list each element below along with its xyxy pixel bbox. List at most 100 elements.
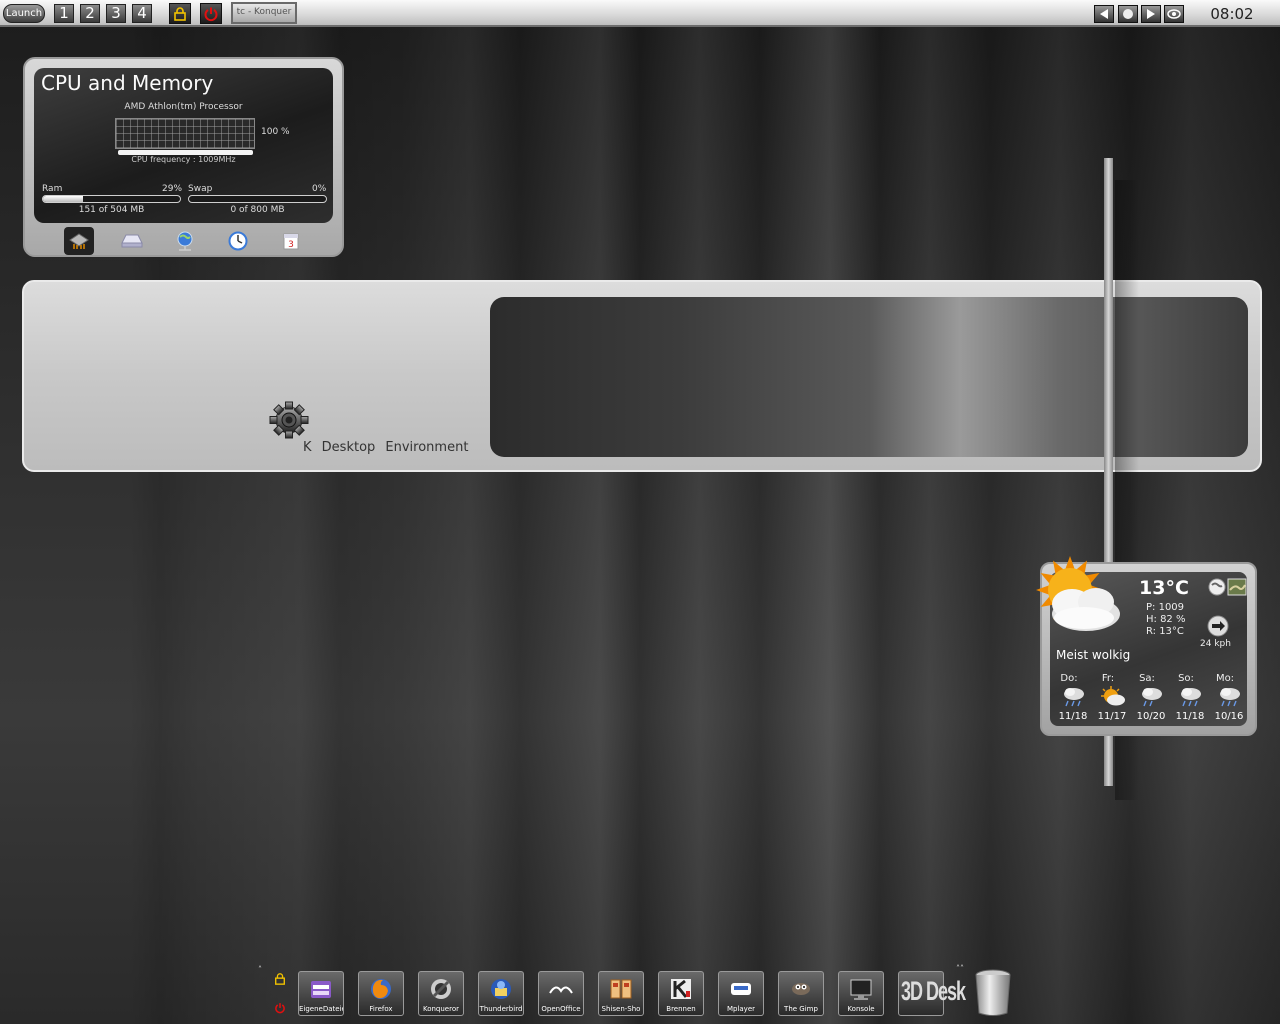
forecast-day: Sa: <box>1139 673 1155 684</box>
ram-percent: 29% <box>162 184 183 194</box>
forecast-icon-slot <box>1212 686 1248 710</box>
partly-cloudy-sun-icon <box>1036 556 1120 631</box>
dock-item-label: Mplayer <box>726 1005 756 1013</box>
dock-item-label: Konqueror <box>422 1005 460 1013</box>
dock-expand-arrow[interactable]: ˄˄ <box>956 964 964 973</box>
tab-network[interactable] <box>170 227 200 255</box>
eject-button[interactable] <box>1164 5 1184 23</box>
dock-item-the-gimp[interactable]: The Gimp <box>778 971 824 1016</box>
top-panel: Launch 1 2 3 4 tc - Konquer 08:02 <box>0 0 1280 27</box>
calendar-day: 3 <box>288 240 294 250</box>
lock-icon <box>174 6 186 21</box>
rain-cloud-icon <box>1181 688 1201 707</box>
desktop-1-button[interactable]: 1 <box>54 4 74 23</box>
swap-usage: 0 of 800 MB <box>230 205 285 215</box>
clock[interactable]: 08:02 <box>1192 4 1272 24</box>
calendar-icon: 3 <box>283 233 299 250</box>
3d-desktop-icon: 3D Desk <box>901 976 966 1006</box>
lock-screen-button[interactable] <box>169 3 191 24</box>
dock-item-label: Brennen <box>666 1005 696 1013</box>
radar-map-icon[interactable] <box>1227 578 1247 596</box>
hard-drive-icon <box>121 234 143 248</box>
weather-widget: 13°C P: 1009 H: 82 % R: 13°C 24 kph Meis… <box>1036 556 1257 736</box>
shisen-sho-icon <box>608 975 634 1003</box>
kde-banner: K Desktop Environment <box>22 280 1262 472</box>
dock-item-label: The Gimp <box>784 1005 818 1013</box>
cpu-memory-widget: CPU and Memory AMD Athlon(tm) Processor … <box>23 57 344 257</box>
dock-item-konqueror[interactable]: Konqueror <box>418 971 464 1016</box>
dock-lock-button[interactable] <box>271 971 289 987</box>
forecast-temps: 10/20 <box>1136 711 1166 722</box>
clock-icon <box>228 231 248 251</box>
weather-condition: Meist wolkig <box>1056 648 1131 662</box>
home-folder-icon <box>308 975 334 1003</box>
rain-cloud-icon <box>1220 688 1240 707</box>
forecast-temps: 10/16 <box>1214 711 1244 722</box>
forecast-temps: 11/18 <box>1058 711 1088 722</box>
dock-item-label: Thunderbird <box>479 1005 523 1013</box>
mplayer-icon <box>728 975 754 1003</box>
dock-item-konsole[interactable]: Konsole <box>838 971 884 1016</box>
trash-icon[interactable] <box>973 968 1013 1018</box>
eye-icon <box>1167 9 1181 19</box>
dock-collapse-arrow[interactable]: ˄ <box>258 965 262 974</box>
desktop-2-button[interactable]: 2 <box>80 4 100 23</box>
swap-bar <box>188 195 327 203</box>
power-icon <box>275 1003 285 1014</box>
stop-button[interactable] <box>1118 5 1138 23</box>
swap-percent: 0% <box>312 184 327 194</box>
ram-usage: 151 of 504 MB <box>78 205 145 215</box>
swap-label: Swap <box>188 184 213 194</box>
tab-calendar[interactable]: 3 <box>276 227 306 255</box>
taskbar-konqueror[interactable]: tc - Konquer <box>231 2 297 24</box>
wind-direction-icon <box>1207 615 1229 637</box>
dock-item-openoffice[interactable]: OpenOffice <box>538 971 584 1016</box>
ram-label: Ram <box>42 184 63 194</box>
play-button[interactable] <box>1141 5 1161 23</box>
tab-cpu[interactable] <box>64 227 94 255</box>
cpu-load-percent: 100 % <box>261 127 290 137</box>
dock-item-label: Shisen-Sho <box>601 1005 641 1013</box>
pressure: P: 1009 <box>1146 602 1185 613</box>
previous-icon <box>1100 9 1108 19</box>
ram-bar-fill <box>43 196 83 202</box>
dock-item-shisen-sho[interactable]: Shisen-Sho <box>598 971 644 1016</box>
dock-item-firefox[interactable]: Firefox <box>358 971 404 1016</box>
previous-track-button[interactable] <box>1094 5 1114 23</box>
forecast-day: So: <box>1178 673 1194 684</box>
launch-button[interactable]: Launch <box>3 4 45 23</box>
gimp-icon <box>788 975 814 1003</box>
dock-item-thunderbird[interactable]: Thunderbird <box>478 971 524 1016</box>
k3b-burn-icon <box>668 975 694 1003</box>
dock-item-label: EigeneDateien <box>299 1005 343 1013</box>
forecast-day: Mo: <box>1215 673 1235 684</box>
tab-clock[interactable] <box>223 227 253 255</box>
dock-item-eigene-dateien[interactable]: EigeneDateien <box>298 971 344 1016</box>
tab-disk[interactable] <box>117 227 147 255</box>
dock-logout-button[interactable] <box>271 1000 289 1016</box>
rain-cloud-icon <box>1142 688 1162 707</box>
dock-item-3d-desktop[interactable]: 3D Desk <box>898 971 966 1016</box>
power-icon <box>204 7 218 21</box>
desktop-3-button[interactable]: 3 <box>106 4 126 23</box>
stop-icon <box>1123 9 1133 19</box>
cpu-chip-icon <box>69 233 89 249</box>
forecast-temps: 11/18 <box>1175 711 1205 722</box>
globe-icon[interactable] <box>1208 578 1226 596</box>
dock-item-mplayer[interactable]: Mplayer <box>718 971 764 1016</box>
dock-item-label: OpenOffice <box>541 1005 581 1013</box>
kde-title: K Desktop Environment <box>303 440 469 455</box>
logout-button[interactable] <box>200 3 222 24</box>
widget-title: CPU and Memory <box>41 71 214 95</box>
dock-item-brennen[interactable]: Brennen <box>658 971 704 1016</box>
desktop-4-button[interactable]: 4 <box>132 4 152 23</box>
cpu-frequency: CPU frequency : 1009MHz <box>131 155 236 164</box>
dock-item-label: Firefox <box>369 1005 393 1013</box>
thunderbird-icon <box>488 975 514 1003</box>
cpu-load-graph <box>115 118 255 149</box>
wind-speed: 24 kph <box>1200 639 1231 649</box>
konqueror-icon <box>428 975 454 1003</box>
konsole-icon <box>848 975 874 1003</box>
kde-gear-icon <box>269 401 309 439</box>
forecast-day: Fr: <box>1101 673 1115 684</box>
